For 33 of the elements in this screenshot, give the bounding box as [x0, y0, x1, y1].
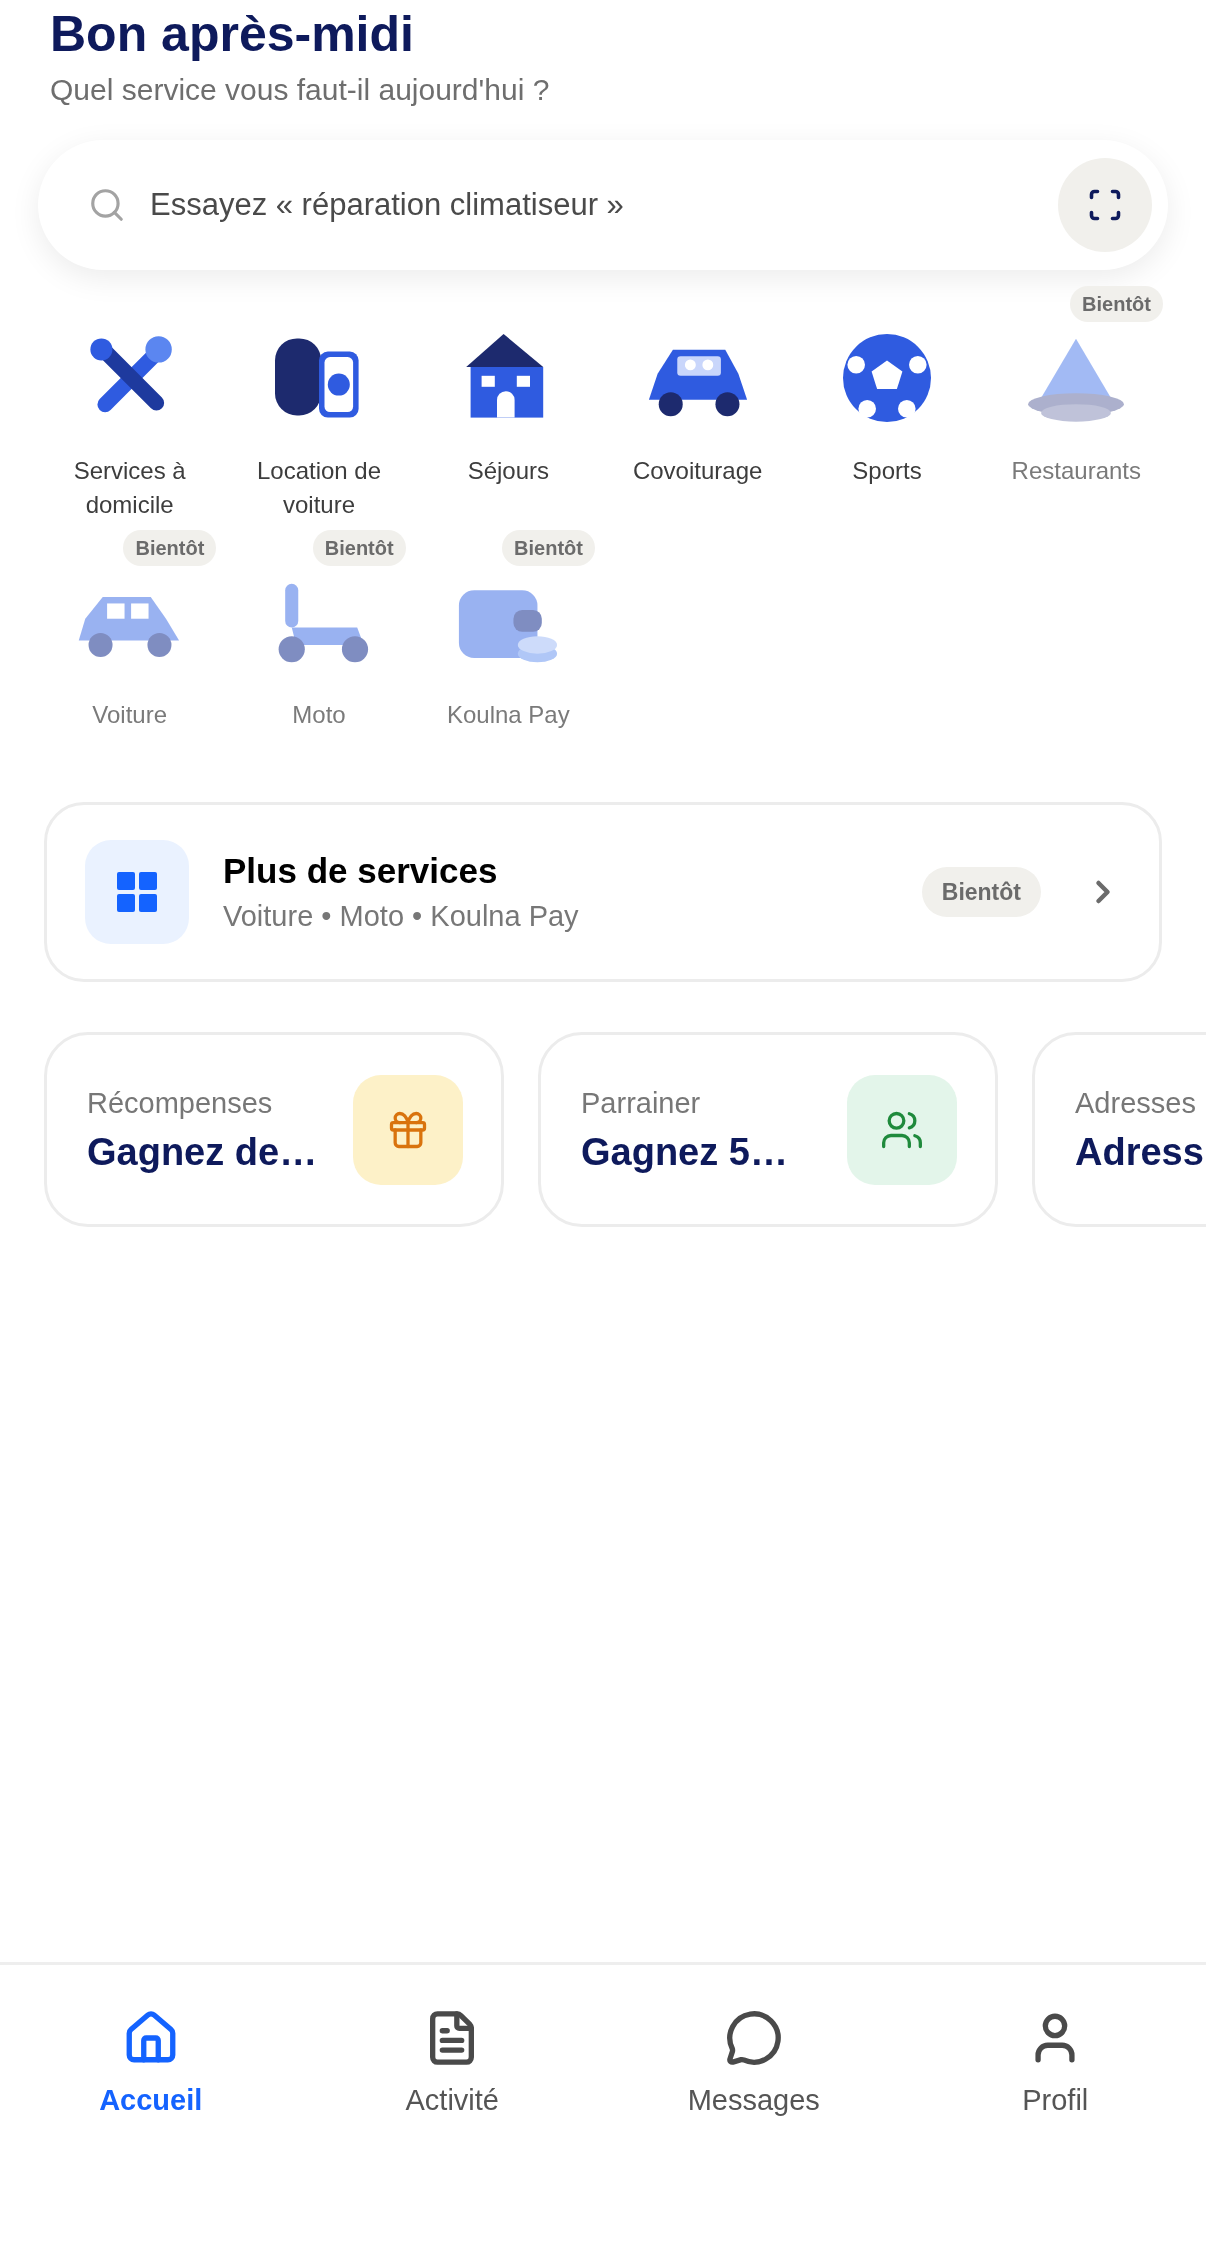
chat-bubble-icon [724, 2009, 783, 2067]
nav-tab[interactable]: Activité [301, 2009, 603, 2123]
card-value: Adress [1075, 1129, 1205, 1175]
soon-badge: Bientôt [1070, 286, 1163, 322]
service-label[interactable]: Services à domicile [35, 454, 225, 522]
shortcut-card[interactable]: Récompenses Gagnez de… [44, 1032, 504, 1227]
nav-tab[interactable]: Profil [904, 2009, 1206, 2123]
scan-icon [1087, 187, 1123, 223]
greeting-title: Bon après-midi [50, 5, 415, 64]
service-label[interactable]: Sports [848, 454, 926, 488]
card-label: Parrainer [581, 1085, 702, 1121]
card-label: Récompenses [87, 1085, 274, 1121]
soon-badge: Bientôt [921, 866, 1041, 918]
soon-badge: Bientôt [312, 530, 406, 566]
card-value: Gagnez 5… [581, 1129, 789, 1175]
more-services-card[interactable]: Plus de services Voiture • Moto • Koulna Pay Bientôt [44, 802, 1162, 982]
nav-tab[interactable]: Accueil [0, 2009, 302, 2123]
soon-badge: Bientôt [123, 530, 217, 566]
service-label[interactable]: Covoiturage [628, 454, 767, 488]
shortcut-card[interactable]: Parrainer Gagnez 5… [538, 1032, 998, 1227]
more-services-title: Plus de services [223, 850, 499, 892]
service-label[interactable]: Location de voiture [224, 454, 414, 522]
card-value: Gagnez de… [87, 1129, 319, 1175]
service-label[interactable]: Séjours [463, 454, 553, 488]
shortcut-card[interactable]: Adresses Adress [1032, 1032, 1206, 1227]
soon-badge: Bientôt [502, 530, 595, 566]
card-label: Adresses [1075, 1085, 1197, 1121]
search-field[interactable]: Essayez « réparation climatiseur » [150, 181, 1058, 229]
more-services-subtitle: Voiture • Moto • Koulna Pay [223, 899, 580, 934]
nav-tab[interactable]: Messages [603, 2009, 905, 2123]
greeting-subtitle: Quel service vous faut-il aujourd'hui ? [50, 72, 551, 108]
search-icon [88, 186, 126, 224]
grid-icon [117, 872, 157, 912]
